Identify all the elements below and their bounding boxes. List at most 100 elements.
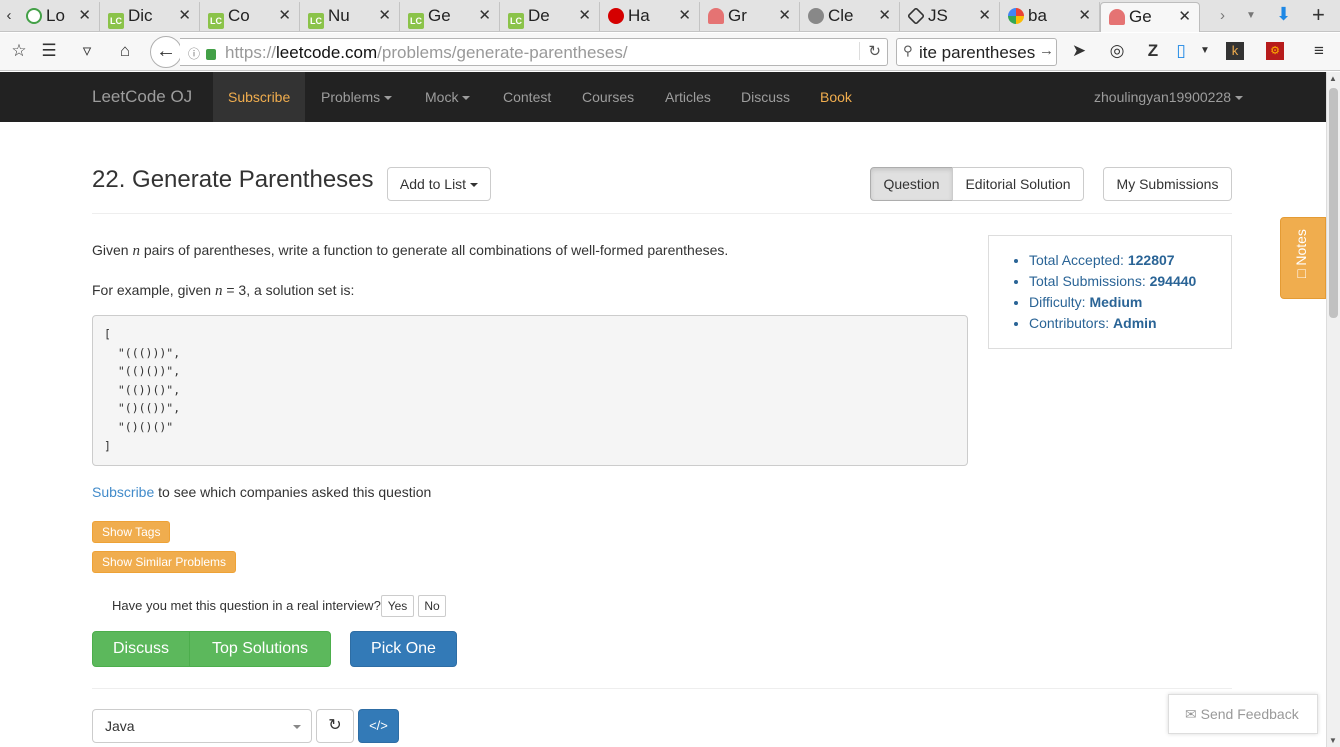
close-icon[interactable]: ✕ <box>978 2 991 30</box>
browser-tab-strip: ‹ Lo ✕ LC Dic ✕ LC Co ✕ LC Nu ✕ LC Ge ✕ LC De ✕ Ha ✕… <box>0 0 1340 32</box>
scroll-down-icon[interactable]: ▼ <box>1329 736 1337 745</box>
info-icon[interactable]: ⓘ <box>188 45 200 62</box>
tab-title: Ge <box>1129 7 1152 26</box>
nav-subscribe[interactable]: Subscribe <box>213 72 306 122</box>
search-go-arrow-icon[interactable]: → <box>1039 42 1054 59</box>
nav-contest[interactable]: Contest <box>503 72 551 122</box>
companies-note-text: to see which companies asked this questi… <box>154 484 432 500</box>
discuss-button[interactable]: Discuss <box>92 631 190 667</box>
reading-list-icon[interactable]: ☰ <box>38 40 60 62</box>
close-icon[interactable]: ✕ <box>778 2 791 30</box>
show-similar-problems-button[interactable]: Show Similar Problems <box>92 551 237 573</box>
page-scrollbar[interactable]: ▲ ▼ <box>1326 72 1340 747</box>
caret-down-icon <box>1235 96 1244 101</box>
add-to-list-button[interactable]: Add to List <box>387 167 491 201</box>
browser-tab[interactable]: Ha ✕ <box>600 2 700 32</box>
close-icon[interactable]: ✕ <box>578 2 591 30</box>
nav-problems[interactable]: Problems <box>321 72 393 122</box>
show-tags-button[interactable]: Show Tags <box>92 521 171 543</box>
close-icon[interactable]: ✕ <box>178 2 191 30</box>
reload-icon[interactable]: ↻ <box>859 42 881 60</box>
reset-code-button[interactable]: ↻ <box>316 709 354 743</box>
nav-user-menu[interactable]: zhoulingyan19900228 <box>1094 72 1244 122</box>
browser-tab[interactable]: LC Co ✕ <box>200 2 300 32</box>
browser-tab-active[interactable]: Ge ✕ <box>1100 2 1200 32</box>
tab-list-chevron-down-icon[interactable]: ▼ <box>1246 0 1256 32</box>
browser-tab[interactable]: Lo ✕ <box>18 2 100 32</box>
home-icon[interactable]: ⌂ <box>114 40 136 62</box>
zotero-icon[interactable]: Z <box>1142 40 1164 62</box>
problem-description: Given n pairs of parentheses, write a fu… <box>92 242 728 260</box>
site-brand[interactable]: LeetCode OJ <box>92 87 192 107</box>
new-tab-plus-icon[interactable]: + <box>1312 2 1325 28</box>
globe-icon[interactable]: ◎ <box>1106 40 1128 62</box>
tab-scroll-right-icon[interactable]: › <box>1220 0 1225 32</box>
nav-mock[interactable]: Mock <box>425 72 471 122</box>
username: zhoulingyan19900228 <box>1094 89 1232 105</box>
extension-gear-icon[interactable]: ⚙ <box>1266 42 1284 60</box>
nav-discuss[interactable]: Discuss <box>741 72 790 122</box>
close-icon[interactable]: ✕ <box>478 2 491 30</box>
document-icon[interactable]: ▯ <box>1170 40 1192 62</box>
send-icon[interactable]: ➤ <box>1068 40 1090 62</box>
favicon-icon <box>26 8 42 24</box>
browser-tab[interactable]: LC Ge ✕ <box>400 2 500 32</box>
chevron-down-icon[interactable]: ▼ <box>1194 40 1216 62</box>
browser-tab[interactable]: LC Nu ✕ <box>300 2 400 32</box>
subscribe-link[interactable]: Subscribe <box>92 484 154 500</box>
extension-k-icon[interactable]: k <box>1226 42 1244 60</box>
stat-label: Total Submissions: <box>1029 273 1150 289</box>
search-field[interactable]: ⚲ ite parentheses → <box>896 38 1057 66</box>
scrollbar-thumb[interactable] <box>1329 88 1338 318</box>
close-icon[interactable]: ✕ <box>278 2 291 30</box>
top-solutions-button[interactable]: Top Solutions <box>189 631 331 667</box>
nav-courses[interactable]: Courses <box>582 72 634 122</box>
close-icon[interactable]: ✕ <box>878 2 891 30</box>
problem-stats-panel: Total Accepted: 122807 Total Submissions… <box>988 235 1232 349</box>
close-icon[interactable]: ✕ <box>678 2 691 30</box>
pick-one-button[interactable]: Pick One <box>350 631 457 667</box>
favicon-icon <box>1109 9 1125 25</box>
url-text[interactable]: https://leetcode.com/problems/generate-p… <box>225 43 628 63</box>
interview-yes-button[interactable]: Yes <box>381 595 414 617</box>
browser-tab[interactable]: ba ✕ <box>1000 2 1100 32</box>
close-icon[interactable]: ✕ <box>1078 2 1091 30</box>
close-icon[interactable]: ✕ <box>1178 3 1191 31</box>
nav-articles[interactable]: Articles <box>665 72 711 122</box>
close-icon[interactable]: ✕ <box>78 2 91 30</box>
url-scheme: https:// <box>225 43 277 62</box>
notes-toggle[interactable]: □ Notes <box>1280 217 1326 299</box>
browser-tab[interactable]: LC De ✕ <box>500 2 600 32</box>
bookmark-star-icon[interactable]: ☆ <box>8 40 30 62</box>
stat-value[interactable]: Admin <box>1113 315 1157 331</box>
close-icon[interactable]: ✕ <box>378 2 391 30</box>
tab-question[interactable]: Question <box>870 167 953 201</box>
tab-editorial-solution[interactable]: Editorial Solution <box>952 167 1084 201</box>
address-bar[interactable]: ⓘ https://leetcode.com/problems/generate… <box>180 38 888 66</box>
nav-book[interactable]: Book <box>820 72 852 122</box>
caret-down-icon <box>470 183 479 188</box>
stat-accepted: Total Accepted: 122807 <box>1029 252 1231 269</box>
tab-title: Ge <box>428 6 451 25</box>
browser-tab[interactable]: JS ✕ <box>900 2 1000 32</box>
leetcode-favicon-icon: LC <box>308 13 324 29</box>
stat-difficulty: Difficulty: Medium <box>1029 294 1231 311</box>
google-favicon-icon <box>1008 8 1024 24</box>
my-submissions-button[interactable]: My Submissions <box>1103 167 1232 201</box>
send-feedback-button[interactable]: ✉ Send Feedback <box>1168 694 1318 734</box>
interview-no-button[interactable]: No <box>418 595 446 617</box>
back-arrow-icon[interactable]: ← <box>150 36 182 68</box>
stat-label: Contributors: <box>1029 315 1114 331</box>
scroll-up-icon[interactable]: ▲ <box>1329 74 1337 83</box>
browser-tab[interactable]: Cle ✕ <box>800 2 900 32</box>
envelope-icon: ✉ <box>1185 706 1197 722</box>
code-view-button[interactable]: </> <box>358 709 399 743</box>
menu-hamburger-icon[interactable]: ≡ <box>1308 40 1330 62</box>
url-host: leetcode.com <box>276 43 378 62</box>
browser-tab[interactable]: LC Dic ✕ <box>100 2 200 32</box>
pocket-icon[interactable]: ▿ <box>76 40 98 62</box>
tab-scroll-left-icon[interactable]: ‹ <box>0 0 18 32</box>
language-select[interactable]: Java <box>92 709 312 743</box>
browser-tab[interactable]: Gr ✕ <box>700 2 800 32</box>
download-icon[interactable]: ⬇ <box>1276 4 1291 25</box>
